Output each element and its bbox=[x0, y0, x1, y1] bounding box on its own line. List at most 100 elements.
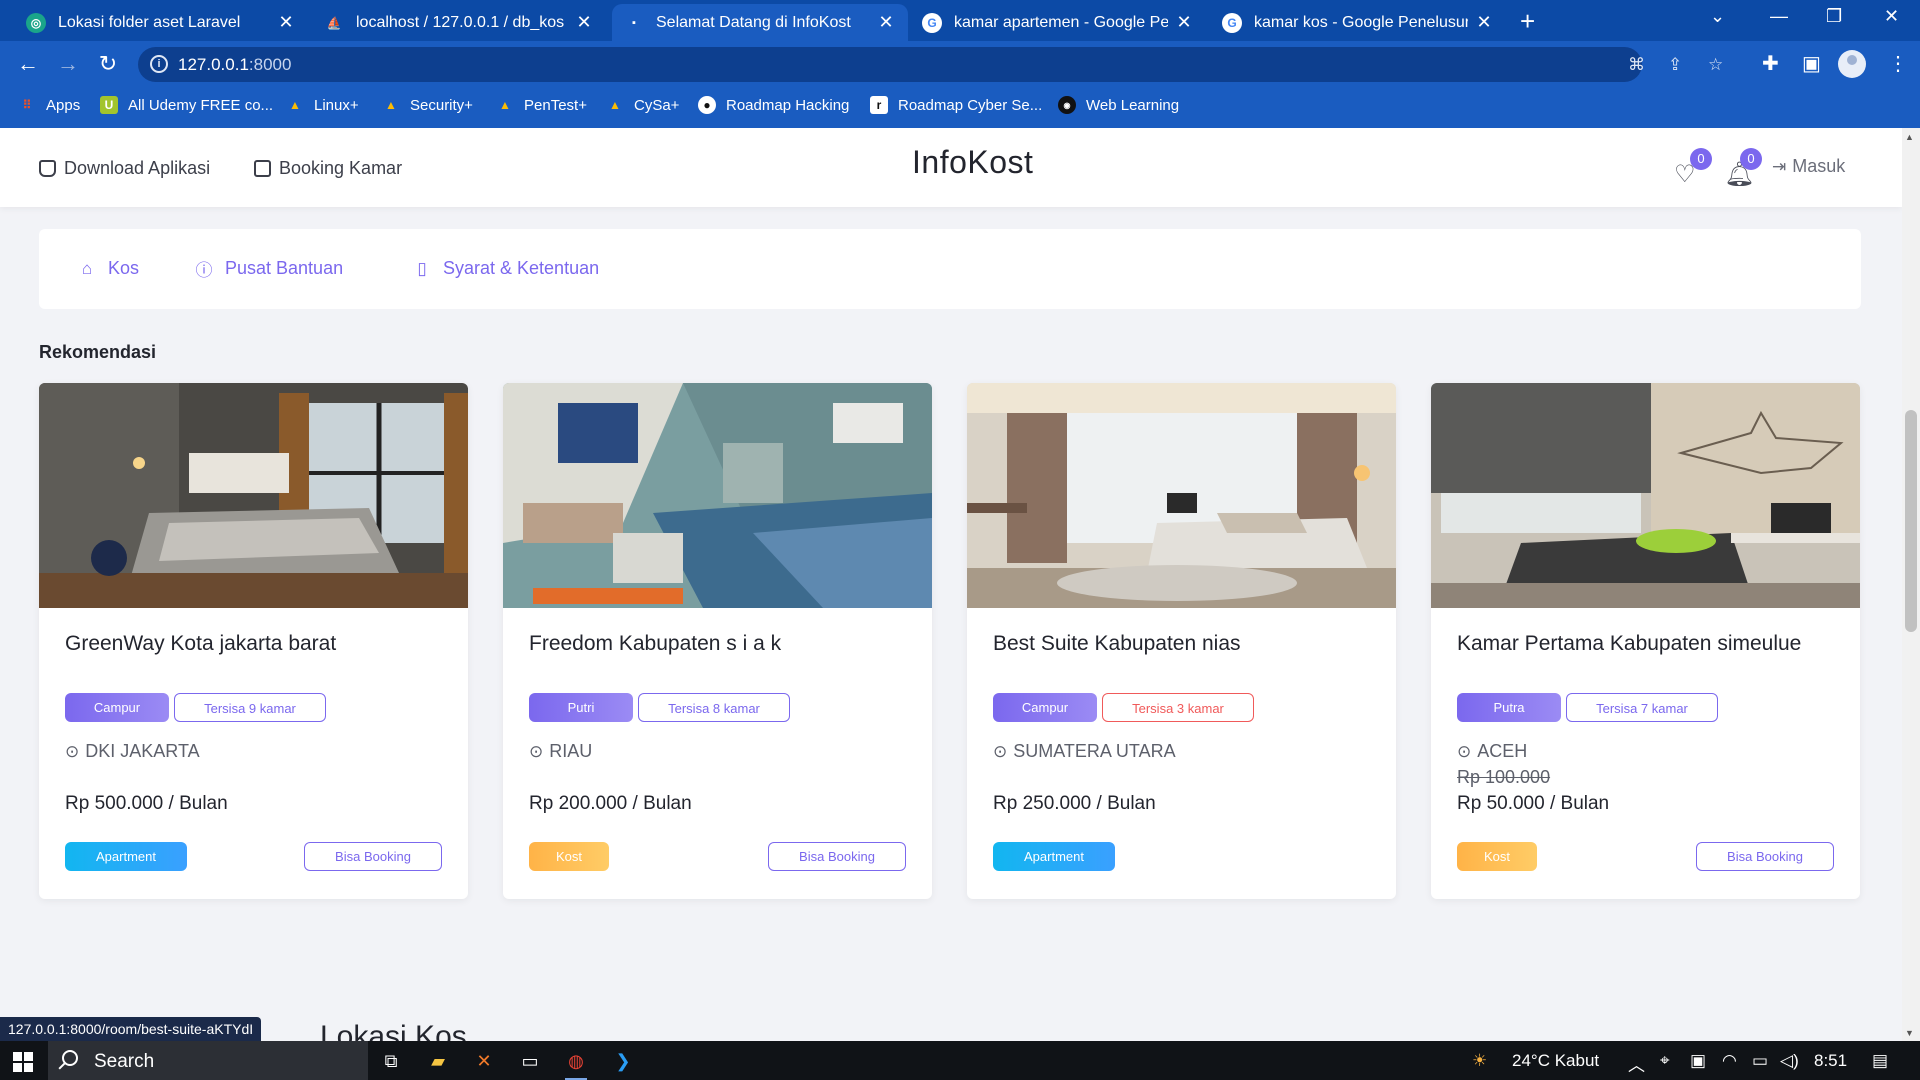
minimize-button[interactable]: — bbox=[1770, 6, 1788, 27]
vscode-icon[interactable]: ❯ bbox=[610, 1048, 636, 1074]
can-book-button[interactable]: Bisa Booking bbox=[768, 842, 906, 871]
side-panel-icon[interactable]: ▣ bbox=[1802, 51, 1821, 76]
chatgpt-icon: ◎ bbox=[26, 12, 46, 33]
room-photo[interactable] bbox=[1431, 383, 1860, 608]
close-window-button[interactable]: ✕ bbox=[1884, 6, 1899, 27]
can-book-button[interactable]: Bisa Booking bbox=[1696, 842, 1834, 871]
room-price: Rp 200.000 / Bulan bbox=[529, 793, 692, 814]
bookmark-linux[interactable]: ▲ Linux+ bbox=[286, 96, 359, 114]
close-tab-icon[interactable]: ✕ bbox=[276, 12, 296, 33]
scroll-up-icon[interactable]: ▲ bbox=[1905, 132, 1914, 142]
windows-start-button[interactable] bbox=[13, 1052, 33, 1072]
close-tab-icon[interactable]: ✕ bbox=[574, 12, 594, 33]
url-host: 127.0.0.1 bbox=[178, 55, 249, 74]
notification-center-icon[interactable]: ▤ bbox=[1872, 1051, 1888, 1071]
site-header: Download Aplikasi Booking Kamar InfoKost… bbox=[0, 128, 1902, 207]
extensions-icon[interactable]: ✚ bbox=[1762, 51, 1779, 76]
booking-room-link[interactable]: Booking Kamar bbox=[254, 158, 402, 179]
address-bar[interactable]: i 127.0.0.1:8000 ⌘ ⇪ ☆ bbox=[138, 47, 1723, 82]
browser-tab[interactable]: ⛵ localhost / 127.0.0.1 / db_kos / te ✕ bbox=[312, 4, 606, 41]
download-app-link[interactable]: Download Aplikasi bbox=[39, 158, 210, 179]
notification-button[interactable]: 🔔︎ 0 bbox=[1716, 148, 1762, 192]
bookmark-apps[interactable]: ⠿ Apps bbox=[18, 96, 81, 114]
close-tab-icon[interactable]: ✕ bbox=[876, 12, 896, 33]
can-book-button[interactable]: Bisa Booking bbox=[304, 842, 442, 871]
tray-chevron-icon[interactable]: ︿ bbox=[1628, 1051, 1645, 1076]
subnav-item-terms[interactable]: ▯ Syarat & Ketentuan bbox=[413, 258, 599, 279]
profile-avatar[interactable] bbox=[1838, 50, 1866, 78]
bookmark-udemy[interactable]: U All Udemy FREE co... bbox=[100, 96, 273, 114]
terminal-icon[interactable]: ▭ bbox=[517, 1048, 543, 1074]
forward-button[interactable]: → bbox=[54, 51, 82, 77]
room-name[interactable]: Freedom Kabupaten s i a k bbox=[529, 632, 909, 656]
brand-logo[interactable]: InfoKost bbox=[912, 144, 1033, 181]
file-explorer-icon[interactable]: ▰ bbox=[425, 1048, 451, 1074]
back-button[interactable]: ← bbox=[14, 51, 42, 77]
browser-tab[interactable]: ◎ Lokasi folder aset Laravel ✕ bbox=[14, 4, 308, 41]
meet-now-icon[interactable]: ⌖ bbox=[1660, 1051, 1670, 1071]
room-photo[interactable] bbox=[967, 383, 1396, 608]
close-tab-icon[interactable]: ✕ bbox=[1474, 12, 1494, 33]
browser-tab[interactable]: G kamar apartemen - Google Penel ✕ bbox=[910, 4, 1206, 41]
reload-button[interactable]: ↻ bbox=[94, 51, 122, 77]
room-photo[interactable] bbox=[503, 383, 932, 608]
room-card[interactable]: Best Suite Kabupaten nias Campur Tersisa… bbox=[967, 383, 1396, 899]
room-name[interactable]: Best Suite Kabupaten nias bbox=[993, 632, 1373, 656]
tab-search-icon[interactable]: ⌄ bbox=[1710, 6, 1725, 27]
tab-title: localhost / 127.0.0.1 / db_kos / te bbox=[356, 13, 568, 31]
xampp-icon[interactable]: ✕ bbox=[471, 1048, 497, 1074]
bookmark-roadmap-cyber[interactable]: r Roadmap Cyber Se... bbox=[870, 96, 1042, 114]
subnav-item-kos[interactable]: ⌂ Kos bbox=[78, 258, 139, 279]
bookmark-security[interactable]: ▲ Security+ bbox=[382, 96, 473, 114]
restore-button[interactable]: ❐ bbox=[1826, 6, 1842, 27]
room-card[interactable]: GreenWay Kota jakarta barat Campur Tersi… bbox=[39, 383, 468, 899]
volume-icon[interactable]: ◁) bbox=[1780, 1051, 1799, 1071]
windows-taskbar: Search ⧉ ▰ ✕ ▭ ◍ ❯ ☀ 24°C Kabut ︿ ⌖ ▣ ◠ … bbox=[0, 1041, 1920, 1080]
room-card[interactable]: Freedom Kabupaten s i a k Putri Tersisa … bbox=[503, 383, 932, 899]
menu-icon[interactable]: ⋮ bbox=[1888, 51, 1908, 76]
subnav-item-help[interactable]: ⓘ Pusat Bantuan bbox=[195, 258, 344, 280]
bookmark-label: All Udemy FREE co... bbox=[128, 96, 274, 114]
browser-tab-active[interactable]: ▪ Selamat Datang di InfoKost ✕ bbox=[612, 4, 908, 41]
battery-icon[interactable]: ▭ bbox=[1752, 1051, 1768, 1071]
new-tab-button[interactable]: + bbox=[1520, 6, 1535, 37]
room-location: ⊙ ACEH bbox=[1457, 741, 1527, 762]
task-view-icon[interactable]: ⧉ bbox=[378, 1048, 404, 1074]
room-price: Rp 50.000 / Bulan bbox=[1457, 793, 1610, 814]
property-type-badge: Apartment bbox=[993, 842, 1115, 871]
chrome-icon[interactable]: ◍ bbox=[563, 1048, 589, 1080]
wifi-icon[interactable]: ◠ bbox=[1722, 1051, 1737, 1071]
translate-icon[interactable]: ⌘ bbox=[1628, 55, 1645, 75]
scroll-down-icon[interactable]: ▼ bbox=[1905, 1028, 1914, 1038]
browser-tab[interactable]: G kamar kos - Google Penelusuran ✕ bbox=[1210, 4, 1506, 41]
screen-icon[interactable]: ▣ bbox=[1690, 1051, 1706, 1071]
bookmark-pentest[interactable]: ▲ PenTest+ bbox=[496, 96, 587, 114]
close-tab-icon[interactable]: ✕ bbox=[1174, 12, 1194, 33]
original-price: Rp 100.000 bbox=[1457, 767, 1551, 787]
room-name[interactable]: Kamar Pertama Kabupaten simeulue bbox=[1457, 632, 1837, 656]
bookmark-star-icon[interactable]: ☆ bbox=[1708, 55, 1723, 75]
tab-title: kamar apartemen - Google Penel bbox=[954, 13, 1168, 31]
room-photo[interactable] bbox=[39, 383, 468, 608]
room-card[interactable]: Kamar Pertama Kabupaten simeulue Putra T… bbox=[1431, 383, 1860, 899]
bookmark-roadmap-hacking[interactable]: ● Roadmap Hacking bbox=[698, 96, 849, 114]
weather-text[interactable]: 24°C Kabut bbox=[1512, 1051, 1599, 1071]
login-link[interactable]: ⇥ Masuk bbox=[1772, 156, 1845, 177]
bookmark-web-learning[interactable]: ◉ Web Learning bbox=[1058, 96, 1179, 114]
download-app-label: Download Aplikasi bbox=[64, 158, 211, 178]
room-name[interactable]: GreenWay Kota jakarta barat bbox=[65, 632, 445, 656]
drive-icon: ▲ bbox=[499, 98, 511, 112]
site-info-icon[interactable]: i bbox=[150, 55, 168, 73]
property-type-badge: Apartment bbox=[65, 842, 187, 871]
bookmark-label: Security+ bbox=[410, 96, 473, 114]
room-location: ⊙ RIAU bbox=[529, 741, 592, 762]
location-text: SUMATERA UTARA bbox=[1013, 741, 1176, 761]
scrollbar-thumb[interactable] bbox=[1905, 410, 1917, 632]
share-icon[interactable]: ⇪ bbox=[1668, 55, 1682, 75]
bookmark-cysa[interactable]: ▲ CySa+ bbox=[606, 96, 679, 114]
weather-icon: ☀ bbox=[1472, 1051, 1488, 1070]
clock-time[interactable]: 8:51 bbox=[1814, 1051, 1847, 1071]
taskbar-search[interactable]: Search bbox=[48, 1041, 368, 1080]
wishlist-button[interactable]: ♡ 0 bbox=[1666, 148, 1712, 192]
google-icon: G bbox=[922, 12, 942, 33]
